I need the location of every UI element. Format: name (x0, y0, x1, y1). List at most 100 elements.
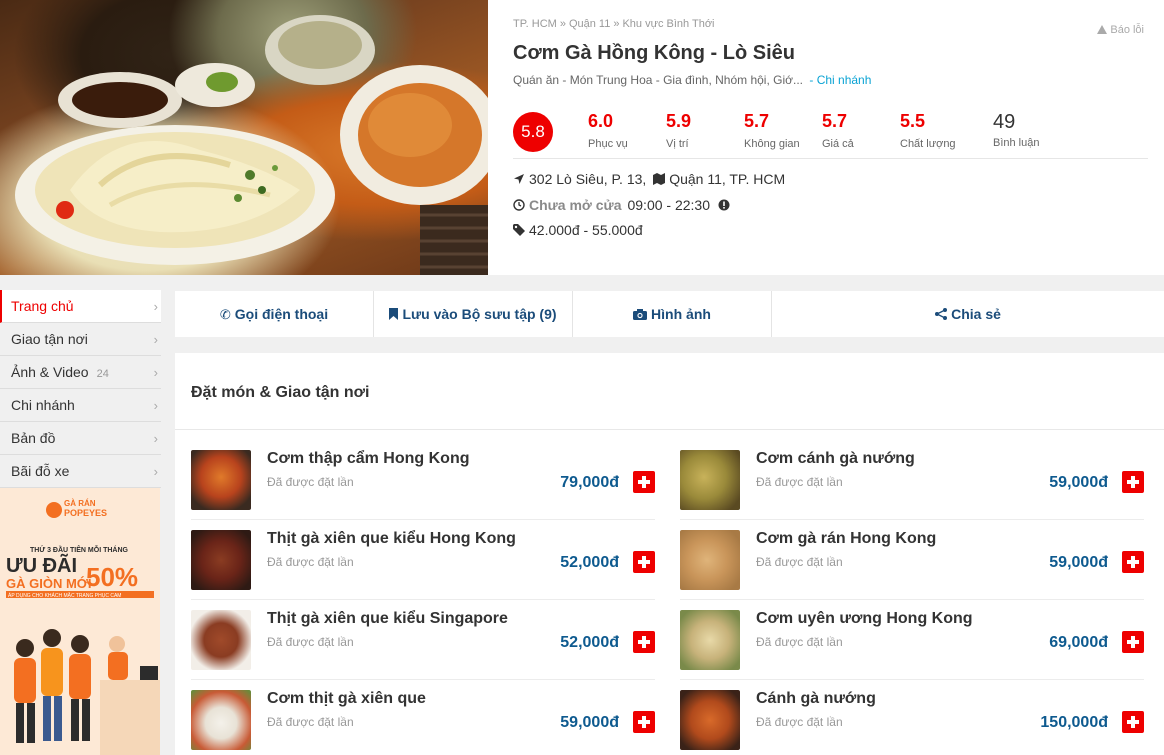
dish-thumbnail[interactable] (680, 610, 740, 670)
score-value: 5.7 (822, 111, 848, 131)
action-label: Chia sẻ (951, 306, 1001, 322)
order-count-note: Đã được đặt lần (756, 555, 843, 569)
sidebar-item-label: Chi nhánh (11, 397, 75, 413)
add-to-cart-button[interactable] (633, 551, 655, 573)
branch-link[interactable]: - Chi nhánh (809, 73, 871, 87)
share-button[interactable]: Chia sẻ (772, 291, 1164, 337)
restaurant-cover-photo[interactable] (0, 0, 488, 275)
dish-name[interactable]: Cơm uyên ương Hong Kong (756, 610, 973, 628)
dish-thumbnail[interactable] (680, 690, 740, 750)
row-divider (191, 679, 655, 680)
dish-thumbnail[interactable] (680, 530, 740, 590)
sidebar-item-label: Giao tận nơi (11, 331, 88, 347)
promo-brand-line1: GÀ RÁN (64, 499, 96, 508)
dish-thumbnail[interactable] (191, 610, 251, 670)
add-to-cart-button[interactable] (633, 711, 655, 733)
row-divider (191, 519, 655, 520)
order-count-note: Đã được đặt lần (267, 715, 354, 729)
map-icon (653, 173, 666, 185)
score-label: Chất lượng (900, 138, 956, 150)
comments-count[interactable]: 49 Bình luận (993, 111, 1039, 149)
menu-heading: Đặt món & Giao tận nơi (175, 353, 1164, 430)
score-panel: 5.8 6.0 Phục vụ 5.9 Vị trí 5.7 Không gia… (513, 103, 1148, 159)
call-button[interactable]: ✆ Gọi điện thoại (175, 291, 374, 337)
category-text: Quán ăn - Món Trung Hoa - Gia đình, Nhóm… (513, 73, 804, 87)
score-quality: 5.5 Chất lượng (900, 111, 956, 150)
sidebar-item-delivery[interactable]: Giao tận nơi › (0, 323, 161, 356)
chevron-right-icon: › (153, 299, 158, 314)
dish-name[interactable]: Cơm thập cẩm Hong Kong (267, 450, 469, 468)
dish-price: 59,000đ (560, 714, 619, 731)
dish-thumbnail[interactable] (191, 530, 251, 590)
dish-name[interactable]: Cơm gà rán Hong Kong (756, 530, 936, 548)
add-to-cart-button[interactable] (633, 471, 655, 493)
dish-price: 150,000đ (1040, 714, 1108, 731)
chevron-right-icon: › (153, 464, 158, 479)
dish-price: 59,000đ (1049, 554, 1108, 571)
add-to-cart-button[interactable] (1122, 631, 1144, 653)
score-price: 5.7 Giá cả (822, 111, 854, 150)
order-count-note: Đã được đặt lần (267, 475, 354, 489)
sidebar-item-parking[interactable]: Bãi đỗ xe › (0, 455, 161, 488)
add-to-cart-button[interactable] (1122, 471, 1144, 493)
dish-thumbnail[interactable] (191, 690, 251, 750)
sidebar-item-map[interactable]: Bản đồ › (0, 422, 161, 455)
promo-footnote: ÁP DỤNG CHO KHÁCH MẶC TRANG PHỤC CAM (8, 592, 121, 599)
address-street: 302 Lò Siêu, P. 13, (529, 171, 647, 187)
dish-name[interactable]: Cánh gà nướng (756, 690, 876, 708)
dish-price: 59,000đ (1049, 474, 1108, 491)
add-to-cart-button[interactable] (1122, 711, 1144, 733)
overall-score-badge: 5.8 (513, 112, 553, 152)
sidebar-item-branches[interactable]: Chi nhánh › (0, 389, 161, 422)
chevron-right-icon: › (153, 398, 158, 413)
sidebar-item-home[interactable]: Trang chủ › (0, 290, 161, 323)
menu-item: Cơm cánh gà nướng Đã được đặt lần 59,000… (680, 450, 1144, 530)
address-district: Quận 11, TP. HCM (669, 171, 786, 187)
breadcrumb: TP. HCM» Quận 11» Khu vực Bình Thới (513, 18, 714, 30)
dish-name[interactable]: Cơm thịt gà xiên que (267, 690, 426, 708)
breadcrumb-separator: » (559, 18, 566, 30)
action-label: Hình ảnh (651, 306, 711, 322)
dish-name[interactable]: Thịt gà xiên que kiểu Singapore (267, 610, 508, 628)
dish-price: 52,000đ (560, 554, 619, 571)
promo-brand-line2: POPEYES (64, 508, 107, 518)
photos-button[interactable]: Hình ảnh (573, 291, 772, 337)
menu-item: Cánh gà nướng Đã được đặt lần 150,000đ (680, 690, 1144, 755)
score-value: 5.5 (900, 111, 926, 131)
comments-value: 49 (993, 111, 1016, 133)
breadcrumb-district[interactable]: Quận 11 (569, 18, 610, 30)
row-divider (191, 599, 655, 600)
sidebar-item-photos-videos[interactable]: Ảnh & Video 24 › (0, 356, 161, 389)
dish-thumbnail[interactable] (680, 450, 740, 510)
sidebar-item-label: Bản đồ (11, 430, 56, 446)
menu-item: Cơm thịt gà xiên que Đã được đặt lần 59,… (191, 690, 655, 755)
breadcrumb-city[interactable]: TP. HCM (513, 18, 557, 30)
menu-item: Thịt gà xiên que kiểu Singapore Đã được … (191, 610, 655, 690)
action-label: Gọi điện thoại (234, 306, 329, 322)
phone-icon: ✆ (219, 307, 231, 322)
breadcrumb-area[interactable]: Khu vực Bình Thới (622, 18, 714, 30)
promo-headline: ƯU ĐÃI (6, 554, 77, 577)
dish-name[interactable]: Cơm cánh gà nướng (756, 450, 915, 468)
price-range-text: 42.000đ - 55.000đ (529, 222, 643, 238)
report-error-link[interactable]: Báo lỗi (1097, 24, 1144, 36)
info-icon[interactable] (718, 199, 730, 211)
score-location: 5.9 Vị trí (666, 111, 691, 150)
row-divider (680, 599, 1144, 600)
price-range: 42.000đ - 55.000đ (513, 222, 643, 238)
restaurant-title: Cơm Gà Hồng Kông - Lò Siêu (513, 42, 795, 64)
restaurant-header: TP. HCM» Quận 11» Khu vực Bình Thới Báo lỗ… (0, 0, 1164, 275)
add-to-cart-button[interactable] (633, 631, 655, 653)
address-line: 302 Lò Siêu, P. 13, Quận 11, TP. HCM (513, 171, 785, 187)
location-arrow-icon (514, 174, 524, 184)
popeyes-promo-banner[interactable]: GÀ RÁN POPEYES THỨ 3 ĐẦU TIÊN MỖI THÁNG … (0, 488, 160, 755)
add-to-cart-button[interactable] (1122, 551, 1144, 573)
share-icon (935, 308, 948, 320)
dish-name[interactable]: Thịt gà xiên que kiểu Hong Kong (267, 530, 516, 548)
score-label: Vị trí (666, 138, 689, 150)
score-label: Phục vụ (588, 138, 628, 150)
delivery-menu: Đặt món & Giao tận nơi Cơm thập cẩm Hong… (175, 353, 1164, 755)
dish-thumbnail[interactable] (191, 450, 251, 510)
save-to-collection-button[interactable]: Lưu vào Bộ sưu tập (9) (374, 291, 573, 337)
order-count-note: Đã được đặt lần (267, 635, 354, 649)
